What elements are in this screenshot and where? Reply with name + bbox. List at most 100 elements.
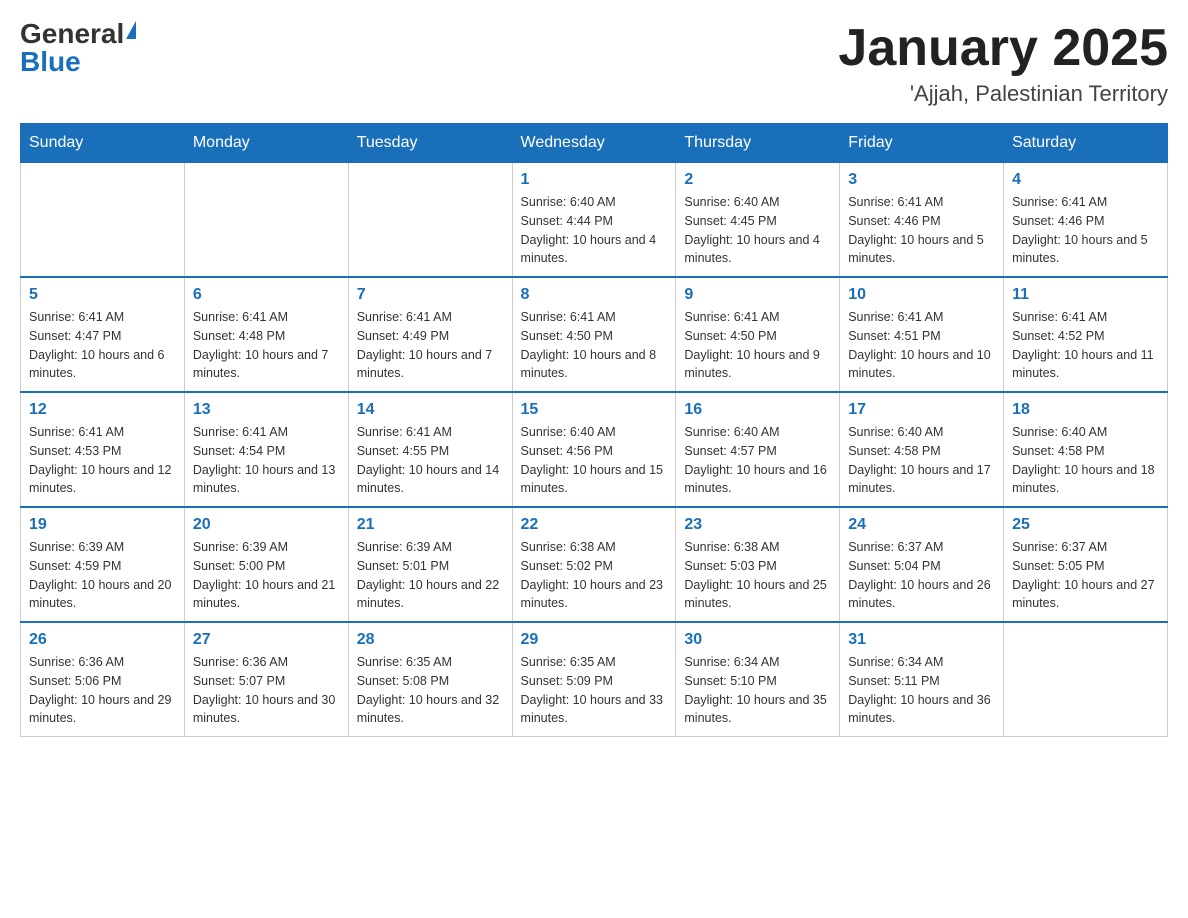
calendar-cell: 20 Sunrise: 6:39 AMSunset: 5:00 PMDayligh… <box>184 507 348 622</box>
day-info: Sunrise: 6:41 AMSunset: 4:47 PMDaylight:… <box>29 308 176 383</box>
day-info: Sunrise: 6:39 AMSunset: 4:59 PMDaylight:… <box>29 538 176 613</box>
calendar-week-row: 26 Sunrise: 6:36 AMSunset: 5:06 PMDayligh… <box>21 622 1168 737</box>
day-number: 24 <box>848 516 995 534</box>
calendar-table: SundayMondayTuesdayWednesdayThursdayFrid… <box>20 123 1168 737</box>
day-info: Sunrise: 6:40 AMSunset: 4:58 PMDaylight:… <box>1012 423 1159 498</box>
calendar-cell: 8Sunrise: 6:41 AMSunset: 4:50 PMDaylight… <box>512 277 676 392</box>
calendar-header-tuesday: Tuesday <box>348 124 512 163</box>
day-info: Sunrise: 6:35 AMSunset: 5:08 PMDaylight:… <box>357 653 504 728</box>
logo-triangle-icon <box>126 21 136 39</box>
day-number: 2 <box>684 171 831 189</box>
day-number: 28 <box>357 631 504 649</box>
day-number: 20 <box>193 516 340 534</box>
day-number: 5 <box>29 286 176 304</box>
day-info: Sunrise: 6:34 AMSunset: 5:11 PMDaylight:… <box>848 653 995 728</box>
calendar-cell: 15Sunrise: 6:40 AMSunset: 4:56 PMDayligh… <box>512 392 676 507</box>
day-number: 16 <box>684 401 831 419</box>
day-info: Sunrise: 6:41 AMSunset: 4:46 PMDaylight:… <box>1012 193 1159 268</box>
calendar-cell <box>1004 622 1168 737</box>
day-number: 21 <box>357 516 504 534</box>
day-number: 6 <box>193 286 340 304</box>
calendar-cell: 14 Sunrise: 6:41 AMSunset: 4:55 PMDayligh… <box>348 392 512 507</box>
day-info: Sunrise: 6:36 AMSunset: 5:06 PMDaylight:… <box>29 653 176 728</box>
calendar-cell: 13 Sunrise: 6:41 AMSunset: 4:54 PMDayligh… <box>184 392 348 507</box>
day-number: 17 <box>848 401 995 419</box>
calendar-cell: 5 Sunrise: 6:41 AMSunset: 4:47 PMDaylight… <box>21 277 185 392</box>
calendar-week-row: 12 Sunrise: 6:41 AMSunset: 4:53 PMDayligh… <box>21 392 1168 507</box>
day-info: Sunrise: 6:41 AMSunset: 4:50 PMDaylight:… <box>684 308 831 383</box>
calendar-cell: 2 Sunrise: 6:40 AMSunset: 4:45 PMDaylight… <box>676 163 840 278</box>
calendar-cell <box>348 163 512 278</box>
logo-general-text: General <box>20 20 124 48</box>
day-number: 23 <box>684 516 831 534</box>
calendar-header-saturday: Saturday <box>1004 124 1168 163</box>
day-info: Sunrise: 6:40 AMSunset: 4:45 PMDaylight:… <box>684 193 831 268</box>
calendar-cell: 18 Sunrise: 6:40 AMSunset: 4:58 PMDayligh… <box>1004 392 1168 507</box>
month-title: January 2025 <box>838 20 1168 77</box>
calendar-week-row: 1 Sunrise: 6:40 AMSunset: 4:44 PMDaylight… <box>21 163 1168 278</box>
day-info: Sunrise: 6:38 AMSunset: 5:03 PMDaylight:… <box>684 538 831 613</box>
calendar-cell: 16 Sunrise: 6:40 AMSunset: 4:57 PMDayligh… <box>676 392 840 507</box>
day-info: Sunrise: 6:38 AMSunset: 5:02 PMDaylight:… <box>521 538 668 613</box>
calendar-cell: 12 Sunrise: 6:41 AMSunset: 4:53 PMDayligh… <box>21 392 185 507</box>
location-title: 'Ajjah, Palestinian Territory <box>838 81 1168 107</box>
day-number: 29 <box>521 631 668 649</box>
day-number: 22 <box>521 516 668 534</box>
calendar-cell <box>21 163 185 278</box>
day-number: 19 <box>29 516 176 534</box>
day-info: Sunrise: 6:41 AMSunset: 4:53 PMDaylight:… <box>29 423 176 498</box>
calendar-cell: 11Sunrise: 6:41 AMSunset: 4:52 PMDayligh… <box>1004 277 1168 392</box>
calendar-week-row: 5 Sunrise: 6:41 AMSunset: 4:47 PMDaylight… <box>21 277 1168 392</box>
day-number: 30 <box>684 631 831 649</box>
calendar-cell <box>184 163 348 278</box>
calendar-cell: 21 Sunrise: 6:39 AMSunset: 5:01 PMDayligh… <box>348 507 512 622</box>
day-info: Sunrise: 6:35 AMSunset: 5:09 PMDaylight:… <box>521 653 668 728</box>
day-info: Sunrise: 6:40 AMSunset: 4:57 PMDaylight:… <box>684 423 831 498</box>
calendar-cell: 29 Sunrise: 6:35 AMSunset: 5:09 PMDayligh… <box>512 622 676 737</box>
logo-blue-text: Blue <box>20 46 81 77</box>
calendar-cell: 3 Sunrise: 6:41 AMSunset: 4:46 PMDaylight… <box>840 163 1004 278</box>
day-number: 9 <box>684 286 831 304</box>
day-info: Sunrise: 6:41 AMSunset: 4:48 PMDaylight:… <box>193 308 340 383</box>
calendar-header-row: SundayMondayTuesdayWednesdayThursdayFrid… <box>21 124 1168 163</box>
day-number: 14 <box>357 401 504 419</box>
day-info: Sunrise: 6:41 AMSunset: 4:49 PMDaylight:… <box>357 308 504 383</box>
day-info: Sunrise: 6:41 AMSunset: 4:54 PMDaylight:… <box>193 423 340 498</box>
day-number: 13 <box>193 401 340 419</box>
day-number: 12 <box>29 401 176 419</box>
calendar-cell: 4Sunrise: 6:41 AMSunset: 4:46 PMDaylight… <box>1004 163 1168 278</box>
calendar-cell: 17Sunrise: 6:40 AMSunset: 4:58 PMDayligh… <box>840 392 1004 507</box>
calendar-header-sunday: Sunday <box>21 124 185 163</box>
day-info: Sunrise: 6:37 AMSunset: 5:05 PMDaylight:… <box>1012 538 1159 613</box>
calendar-cell: 1 Sunrise: 6:40 AMSunset: 4:44 PMDaylight… <box>512 163 676 278</box>
day-number: 18 <box>1012 401 1159 419</box>
day-info: Sunrise: 6:39 AMSunset: 5:01 PMDaylight:… <box>357 538 504 613</box>
day-number: 1 <box>521 171 668 189</box>
calendar-cell: 28 Sunrise: 6:35 AMSunset: 5:08 PMDayligh… <box>348 622 512 737</box>
day-info: Sunrise: 6:41 AMSunset: 4:52 PMDaylight:… <box>1012 308 1159 383</box>
day-info: Sunrise: 6:40 AMSunset: 4:44 PMDaylight:… <box>521 193 668 268</box>
logo: General Blue <box>20 20 136 76</box>
title-section: January 2025 'Ajjah, Palestinian Territo… <box>838 20 1168 107</box>
day-info: Sunrise: 6:39 AMSunset: 5:00 PMDaylight:… <box>193 538 340 613</box>
calendar-cell: 24Sunrise: 6:37 AMSunset: 5:04 PMDayligh… <box>840 507 1004 622</box>
calendar-cell: 19 Sunrise: 6:39 AMSunset: 4:59 PMDayligh… <box>21 507 185 622</box>
calendar-header-monday: Monday <box>184 124 348 163</box>
day-number: 7 <box>357 286 504 304</box>
calendar-cell: 6 Sunrise: 6:41 AMSunset: 4:48 PMDaylight… <box>184 277 348 392</box>
day-info: Sunrise: 6:41 AMSunset: 4:46 PMDaylight:… <box>848 193 995 268</box>
day-number: 31 <box>848 631 995 649</box>
day-info: Sunrise: 6:41 AMSunset: 4:51 PMDaylight:… <box>848 308 995 383</box>
day-number: 3 <box>848 171 995 189</box>
day-info: Sunrise: 6:36 AMSunset: 5:07 PMDaylight:… <box>193 653 340 728</box>
calendar-cell: 22 Sunrise: 6:38 AMSunset: 5:02 PMDayligh… <box>512 507 676 622</box>
calendar-cell: 9 Sunrise: 6:41 AMSunset: 4:50 PMDaylight… <box>676 277 840 392</box>
day-info: Sunrise: 6:41 AMSunset: 4:50 PMDaylight:… <box>521 308 668 383</box>
day-info: Sunrise: 6:40 AMSunset: 4:56 PMDaylight:… <box>521 423 668 498</box>
day-number: 26 <box>29 631 176 649</box>
day-info: Sunrise: 6:41 AMSunset: 4:55 PMDaylight:… <box>357 423 504 498</box>
calendar-cell: 23 Sunrise: 6:38 AMSunset: 5:03 PMDayligh… <box>676 507 840 622</box>
calendar-header-friday: Friday <box>840 124 1004 163</box>
calendar-cell: 27Sunrise: 6:36 AMSunset: 5:07 PMDayligh… <box>184 622 348 737</box>
day-info: Sunrise: 6:34 AMSunset: 5:10 PMDaylight:… <box>684 653 831 728</box>
